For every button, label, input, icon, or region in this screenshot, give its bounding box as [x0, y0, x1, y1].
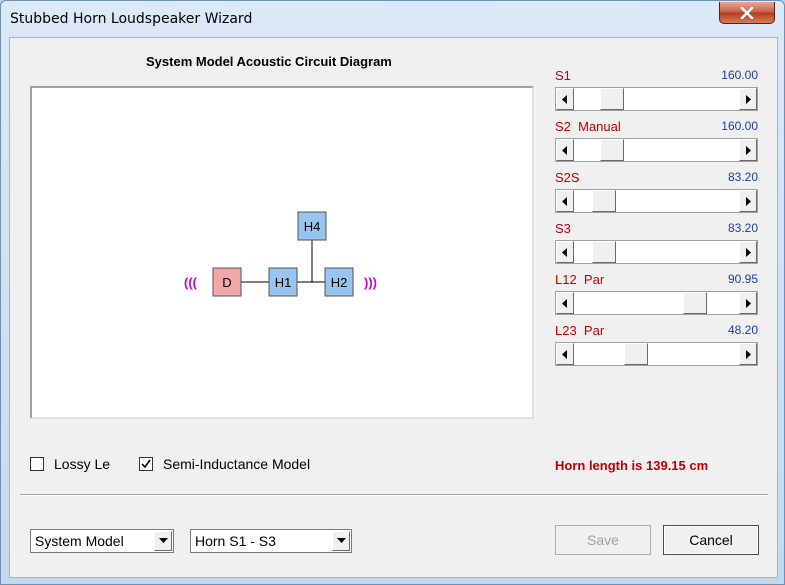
slider-label: S1: [555, 68, 571, 83]
slider-value: 48.20: [727, 323, 758, 337]
circuit-diagram-svg: ((( ))) D H1 H2 H4: [184, 211, 377, 297]
slider-label: L23 Par: [555, 323, 605, 338]
cancel-button-label: Cancel: [689, 532, 733, 548]
cancel-button[interactable]: Cancel: [663, 525, 759, 555]
scroll-right-button[interactable]: [739, 139, 757, 161]
slider-label: L12 Par: [555, 272, 605, 287]
lossy-le-label-text: Lossy Le: [54, 456, 111, 472]
chevron-down-icon: [158, 538, 168, 543]
arrow-left-icon: [562, 349, 567, 359]
scroll-left-button[interactable]: [556, 190, 574, 212]
lossy-le-label: Lossy Le: [54, 456, 110, 472]
slider-value: 160.00: [721, 119, 758, 133]
horn-select-value: Horn S1 - S3: [195, 533, 276, 549]
model-select-value: System Model: [35, 533, 124, 549]
slider-label: S3: [555, 221, 571, 236]
wizard-window: Stubbed Horn Loudspeaker Wizard System M…: [0, 0, 785, 585]
scroll-left-button[interactable]: [556, 139, 574, 161]
chevron-down-icon: [336, 538, 346, 543]
scrollbar-thumb[interactable]: [592, 241, 616, 263]
scrollbar[interactable]: [555, 240, 758, 264]
separator-line: [20, 494, 768, 496]
arrow-left-icon: [562, 145, 567, 155]
save-button-label: Save: [587, 532, 619, 548]
scrollbar-track[interactable]: [574, 343, 739, 365]
scrollbar[interactable]: [555, 87, 758, 111]
driver-node-label: D: [222, 275, 231, 290]
scrollbar[interactable]: [555, 342, 758, 366]
semi-inductance-label: Semi-Inductance Model: [163, 456, 311, 472]
close-button[interactable]: [719, 2, 775, 24]
scroll-right-button[interactable]: [739, 343, 757, 365]
horn-select[interactable]: Horn S1 - S3: [190, 529, 352, 553]
scrollbar-thumb[interactable]: [600, 88, 624, 110]
arrow-left-icon: [562, 298, 567, 308]
scroll-left-button[interactable]: [556, 292, 574, 314]
scroll-right-button[interactable]: [739, 292, 757, 314]
save-button[interactable]: Save: [555, 525, 651, 555]
semi-inductance-option[interactable]: Semi-Inductance Model: [139, 456, 310, 472]
horn-node-h4-label: H4: [304, 219, 321, 234]
scroll-right-button[interactable]: [739, 88, 757, 110]
scrollbar[interactable]: [555, 189, 758, 213]
scroll-left-button[interactable]: [556, 343, 574, 365]
horn-node-h2-label: H2: [331, 275, 348, 290]
slider-value: 83.20: [727, 221, 758, 235]
arrow-right-icon: [746, 298, 751, 308]
left-sound-wave: (((: [184, 275, 198, 290]
scrollbar-track[interactable]: [574, 241, 739, 263]
model-select[interactable]: System Model: [30, 529, 174, 553]
arrow-right-icon: [746, 349, 751, 359]
scroll-right-button[interactable]: [739, 241, 757, 263]
slider-label: S2 Manual: [555, 119, 621, 134]
scrollbar-track[interactable]: [574, 292, 739, 314]
arrow-left-icon: [562, 247, 567, 257]
arrow-right-icon: [746, 145, 751, 155]
close-icon: [740, 6, 754, 19]
slider-value: 160.00: [721, 68, 758, 82]
window-title: Stubbed Horn Loudspeaker Wizard: [10, 11, 253, 27]
right-sound-wave: ))): [364, 275, 377, 290]
scrollbar-thumb[interactable]: [624, 343, 648, 365]
arrow-right-icon: [746, 247, 751, 257]
horn-length-status: Horn length is 139.15 cm: [555, 458, 709, 473]
scrollbar-track[interactable]: [574, 139, 739, 161]
dialog-client-area: System Model Acoustic Circuit Diagram ((…: [9, 37, 778, 578]
arrow-left-icon: [562, 196, 567, 206]
scroll-right-button[interactable]: [739, 190, 757, 212]
arrow-right-icon: [746, 196, 751, 206]
scrollbar-thumb[interactable]: [592, 190, 616, 212]
slider-label: S2S: [555, 170, 580, 185]
slider-value: 83.20: [727, 170, 758, 184]
scroll-left-button[interactable]: [556, 241, 574, 263]
acoustic-circuit-diagram: ((( ))) D H1 H2 H4: [30, 86, 534, 419]
lossy-le-option[interactable]: Lossy Le: [30, 456, 110, 472]
scrollbar[interactable]: [555, 291, 758, 315]
title-bar[interactable]: Stubbed Horn Loudspeaker Wizard: [1, 1, 784, 37]
scrollbar[interactable]: [555, 138, 758, 162]
scrollbar-thumb[interactable]: [600, 139, 624, 161]
diagram-title: System Model Acoustic Circuit Diagram: [146, 54, 392, 69]
model-select-dropdown-button[interactable]: [154, 531, 172, 551]
horn-select-dropdown-button[interactable]: [332, 531, 350, 551]
scroll-left-button[interactable]: [556, 88, 574, 110]
slider-value: 90.95: [727, 272, 758, 286]
arrow-left-icon: [562, 94, 567, 104]
scrollbar-track[interactable]: [574, 190, 739, 212]
scrollbar-track[interactable]: [574, 88, 739, 110]
scrollbar-thumb[interactable]: [683, 292, 707, 314]
checkmark-icon: [141, 459, 151, 469]
lossy-le-checkbox[interactable]: [30, 457, 44, 471]
semi-inductance-checkbox[interactable]: [139, 457, 153, 471]
arrow-right-icon: [746, 94, 751, 104]
horn-node-h1-label: H1: [275, 275, 292, 290]
